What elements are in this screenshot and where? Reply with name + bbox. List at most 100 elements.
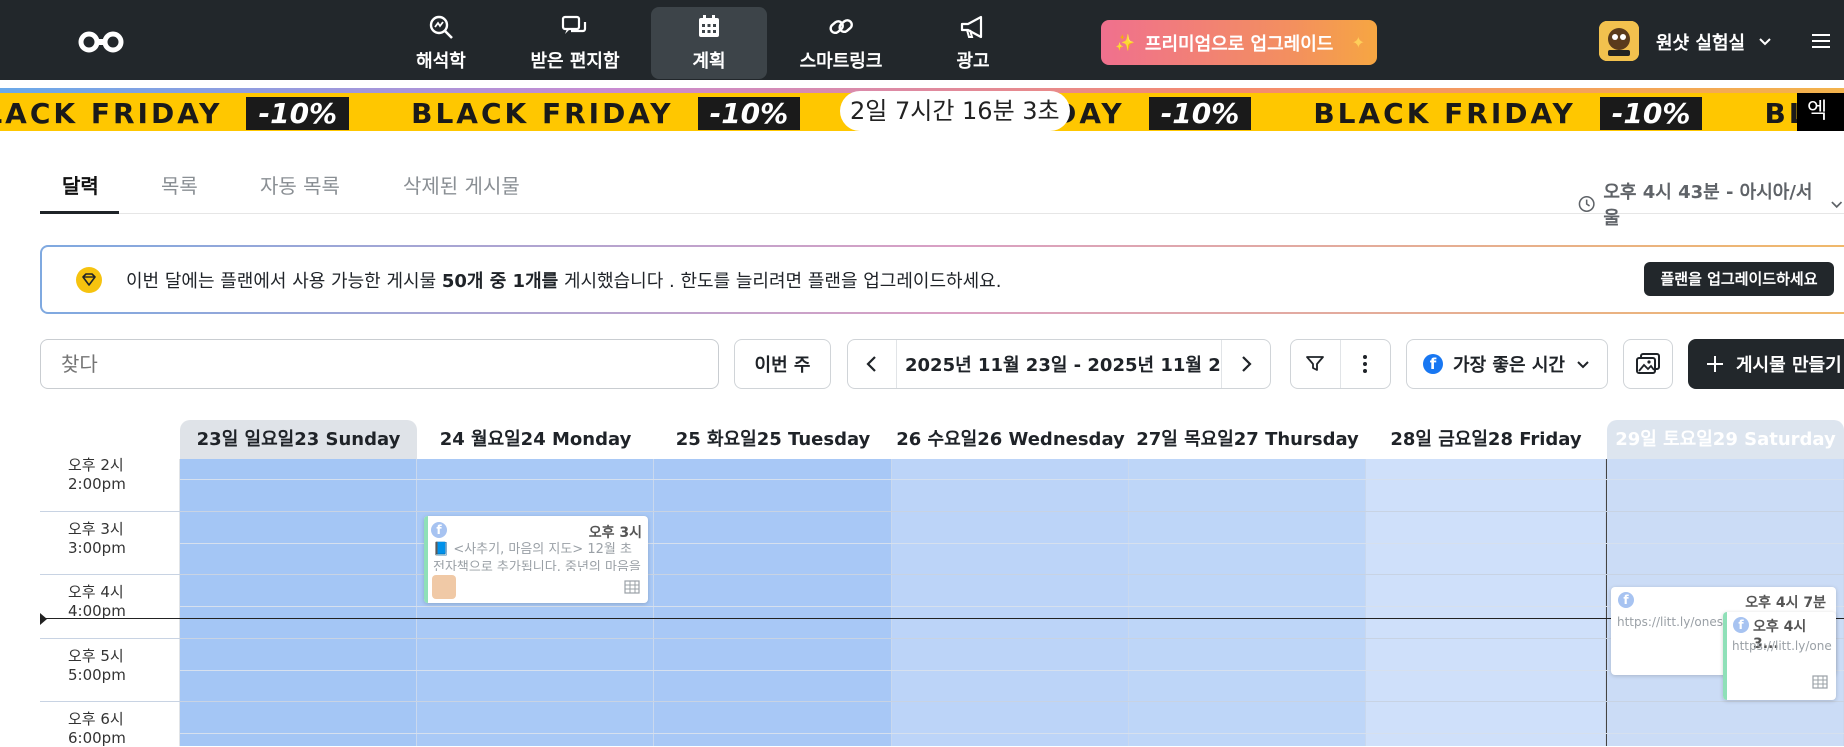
day-header-thursday[interactable]: 27일 목요일27 Thursday <box>1129 420 1366 459</box>
post-text: https://litt.ly/oneshot <box>1732 639 1832 653</box>
day-header-tuesday[interactable]: 25 화요일25 Tuesday <box>654 420 892 459</box>
post-text: https://litt.ly/oneshot <box>1617 615 1727 629</box>
timezone-selector[interactable]: 오후 4시 43분 - 아시아/서울 <box>1578 178 1844 230</box>
day-column-tuesday[interactable] <box>654 459 892 746</box>
promo-discount: -10% <box>246 97 350 130</box>
filter-options-group <box>1290 339 1391 389</box>
best-time-label: 가장 좋은 시간 <box>1453 355 1565 376</box>
notice-text: 이번 달에는 플랜에서 사용 가능한 게시물 50개 중 1개를 게시했습니다 … <box>126 271 1002 292</box>
time-label: 오후 4시4:00pm <box>68 583 126 620</box>
avatar-image <box>1599 21 1639 61</box>
date-range-label: 2025년 11월 23일 - 2025년 11월 29일 <box>905 355 1222 376</box>
plan-limit-notice: 이번 달에는 플랜에서 사용 가능한 게시물 50개 중 1개를 게시했습니다 … <box>40 245 1844 314</box>
grid-line <box>180 670 1844 671</box>
nav-plan[interactable]: 계획 <box>651 7 767 79</box>
date-range-picker[interactable]: 2025년 11월 23일 - 2025년 11월 29일 <box>896 340 1222 388</box>
day-column-wednesday[interactable] <box>892 459 1129 746</box>
nav-plan-label: 계획 <box>692 51 726 72</box>
upgrade-premium-button[interactable]: ✨ 프리미엄으로 업그레이드 ✦ <box>1101 20 1377 65</box>
grid-line <box>40 701 1844 702</box>
post-thumbnail <box>432 575 456 599</box>
megaphone-icon <box>960 15 983 39</box>
day-header-friday[interactable]: 28일 금요일28 Friday <box>1366 420 1606 459</box>
date-range-navigator: 2025년 11월 23일 - 2025년 11월 29일 <box>847 339 1271 389</box>
day-header-wednesday[interactable]: 26 수요일26 Wednesday <box>892 420 1129 459</box>
timezone-label: 오후 4시 43분 - 아시아/서울 <box>1603 182 1813 229</box>
nav-inbox-label: 받은 편지함 <box>530 51 620 72</box>
promo-cut-text[interactable]: 엑 <box>1797 93 1844 131</box>
image-gallery-icon <box>1636 353 1660 374</box>
workspace-name[interactable]: 원샷 실험실 <box>1656 29 1745 55</box>
time-label: 오후 6시6:00pm <box>68 710 126 747</box>
day-column-friday[interactable] <box>1366 459 1606 746</box>
facebook-icon: f <box>1618 592 1634 608</box>
time-label: 오후 2시2:00pm <box>68 456 126 493</box>
grid-line <box>180 479 1844 480</box>
chevron-down-icon <box>1577 361 1589 369</box>
this-week-button[interactable]: 이번 주 <box>734 339 831 389</box>
view-tabs: 달력 목록 자동 목록 삭제된 게시물 <box>40 170 1844 214</box>
facebook-icon: f <box>431 522 447 538</box>
grid-line <box>40 638 1844 639</box>
upgrade-plan-button[interactable]: 플랜을 업그레이드하세요 <box>1644 262 1834 296</box>
filter-button[interactable] <box>1291 340 1341 388</box>
inbox-icon <box>561 15 587 34</box>
search-input[interactable] <box>40 339 719 389</box>
create-post-label: 게시물 만들기 <box>1736 355 1842 376</box>
nav-ads[interactable]: 광고 <box>915 7 1031 79</box>
post-text: 📘 <사추기, 마음의 지도> 12월 초 전자책으로 추가됩니다. 중년의 마… <box>433 542 641 571</box>
chevron-left-icon <box>866 356 876 372</box>
promo-countdown: 2일 7시간 16분 3초 <box>840 91 1070 131</box>
time-axis: 오후 2시2:00pm 오후 3시3:00pm 오후 4시4:00pm 오후 5… <box>40 456 180 747</box>
post-status-bar <box>1723 612 1727 700</box>
promo-discount: -10% <box>1148 97 1252 130</box>
grid-line <box>180 733 1844 734</box>
facebook-icon: f <box>1423 354 1444 374</box>
day-column-sunday[interactable] <box>180 459 417 746</box>
more-options-button[interactable] <box>1341 340 1391 388</box>
nav-inbox[interactable]: 받은 편지함 <box>518 7 632 79</box>
workspace-avatar[interactable] <box>1599 21 1639 61</box>
time-label: 오후 5시5:00pm <box>68 647 126 684</box>
post-time: 오후 4시 7분 <box>1745 595 1826 611</box>
sparkle-icon: ✨ <box>1115 33 1135 52</box>
day-header-saturday[interactable]: 29일 토요일29 Saturday <box>1607 420 1844 459</box>
best-time-dropdown[interactable]: f 가장 좋은 시간 <box>1406 339 1608 389</box>
prev-week-button[interactable] <box>848 340 896 388</box>
time-label: 오후 3시3:00pm <box>68 520 126 557</box>
chevron-down-icon <box>1830 201 1842 209</box>
tab-deleted-posts[interactable]: 삭제된 게시물 <box>403 170 520 214</box>
chevron-down-icon[interactable] <box>1757 33 1773 49</box>
nav-analytics[interactable]: 해석학 <box>383 7 499 79</box>
grid-icon <box>1812 675 1828 689</box>
day-column-thursday[interactable] <box>1129 459 1366 746</box>
link-icon <box>829 19 853 35</box>
grid-icon <box>624 580 640 594</box>
media-library-button[interactable] <box>1623 339 1673 389</box>
nav-analytics-label: 해석학 <box>416 51 466 72</box>
next-week-button[interactable] <box>1222 340 1270 388</box>
grid-line <box>40 511 1844 512</box>
create-post-button[interactable]: 게시물 만들기 <box>1688 339 1844 389</box>
promo-word: BLACK FRIDAY <box>0 97 223 130</box>
analytics-icon <box>429 15 453 39</box>
promo-discount: -10% <box>697 97 801 130</box>
nav-smartlink[interactable]: 스마트링크 <box>781 7 901 79</box>
logo-icon[interactable] <box>78 28 124 56</box>
upgrade-premium-label: 프리미엄으로 업그레이드 <box>1144 33 1334 55</box>
gem-icon <box>76 267 102 293</box>
grid-line <box>40 574 1844 575</box>
tab-calendar[interactable]: 달력 <box>40 170 119 214</box>
tab-auto-list[interactable]: 자동 목록 <box>260 170 340 214</box>
day-header-monday[interactable]: 24 월요일24 Monday <box>417 420 654 459</box>
scheduled-post-card[interactable]: f 오후 3시 📘 <사추기, 마음의 지도> 12월 초 전자책으로 추가됩니… <box>424 516 648 603</box>
day-header-sunday[interactable]: 23일 일요일23 Sunday <box>180 420 417 459</box>
more-vertical-icon <box>1363 355 1368 373</box>
promo-word: BLACK FRIDAY <box>1313 97 1576 130</box>
scheduled-post-card[interactable]: f 오후 4시 3... https://litt.ly/oneshot <box>1723 612 1836 700</box>
post-status-bar <box>424 516 428 603</box>
tab-list[interactable]: 목록 <box>161 170 198 214</box>
plus-icon <box>1707 356 1723 372</box>
top-navigation-bar: 해석학 받은 편지함 계획 스마트링크 광고 ✨ 프리미엄으로 업그레이드 ✦ … <box>0 0 1844 80</box>
hamburger-menu-icon[interactable] <box>1810 30 1832 52</box>
